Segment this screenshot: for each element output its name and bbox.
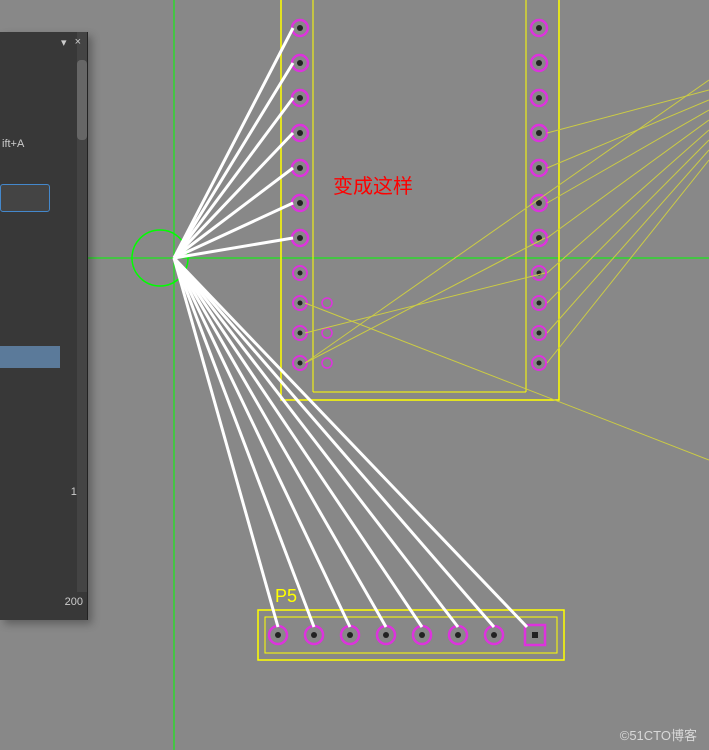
panel-scrollbar[interactable] <box>77 32 87 592</box>
top-component-outline[interactable] <box>281 0 559 400</box>
watermark: ©51CTO博客 <box>620 725 697 744</box>
ratsnest-white-fan-top <box>174 28 293 258</box>
minimize-icon[interactable]: ▾ <box>61 36 67 49</box>
selected-row[interactable] <box>0 346 60 368</box>
annotation-text: 变成这样 <box>333 170 413 199</box>
text-input[interactable] <box>0 184 50 212</box>
top-left-pads[interactable] <box>292 20 332 370</box>
component-label-p5: P5 <box>275 586 297 607</box>
ratsnest-white-fan-bottom <box>174 258 527 627</box>
value-200: 200 <box>65 596 83 608</box>
shortcut-label: ift+A <box>2 138 24 150</box>
close-icon[interactable]: × <box>75 36 81 49</box>
ratsnest-thin-right <box>305 80 709 460</box>
bottom-pads[interactable] <box>269 625 545 645</box>
properties-panel[interactable]: ▾ × ift+A 10 200 <box>0 32 88 620</box>
pcb-canvas[interactable] <box>0 0 709 750</box>
scrollthumb[interactable] <box>77 60 87 140</box>
